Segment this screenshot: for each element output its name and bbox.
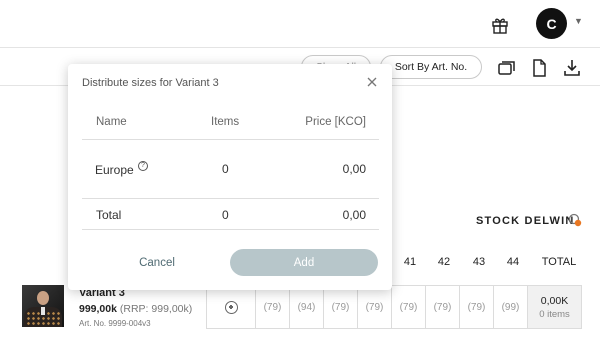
size-cell-43[interactable]: (79) [459, 286, 493, 328]
size-cell-44[interactable]: (99) [493, 286, 527, 328]
divider [82, 198, 379, 199]
add-size-button[interactable] [207, 286, 255, 328]
product-price-line: 999,00k (RRP: 999,00k) [79, 303, 192, 315]
total-price: 0,00 [342, 208, 366, 222]
product-rrp: (RRP: 999,00k) [119, 303, 193, 315]
divider [82, 139, 379, 140]
download-icon[interactable] [562, 58, 582, 78]
add-circle-icon [224, 300, 238, 314]
size-header-44: 44 [506, 256, 520, 268]
size-header-total: TOTAL [541, 256, 577, 268]
row-total-value: 0,00K [540, 294, 569, 307]
product-image [22, 285, 64, 327]
duplicate-icon[interactable] [497, 58, 517, 78]
size-cell[interactable]: (79) [357, 286, 391, 328]
avatar[interactable]: C [536, 8, 567, 39]
size-cell[interactable]: (79) [255, 286, 289, 328]
distribute-sizes-dialog: Distribute sizes for Variant 3 Name Item… [68, 64, 392, 290]
total-label: Total [96, 208, 122, 222]
help-icon[interactable]: ? [138, 161, 148, 171]
total-items: 0 [222, 208, 229, 222]
column-header-price: Price [KCO] [305, 116, 366, 128]
dialog-title: Distribute sizes for Variant 3 [82, 77, 219, 89]
size-cell[interactable]: (79) [323, 286, 357, 328]
size-header-41: 41 [403, 256, 417, 268]
top-bar: C ▼ [0, 0, 600, 48]
row-total-cell: 0,00K 0 items [527, 286, 581, 328]
row-total-items: 0 items [539, 308, 570, 320]
gift-icon[interactable] [490, 15, 510, 35]
document-icon[interactable] [529, 58, 549, 78]
close-icon[interactable] [364, 74, 380, 90]
product-price: 999,00k [79, 303, 117, 315]
chevron-down-icon[interactable]: ▼ [574, 16, 583, 26]
stock-status-icon [568, 213, 582, 227]
row-items: 0 [222, 162, 229, 176]
column-header-name: Name [96, 116, 127, 128]
cancel-button[interactable]: Cancel [112, 250, 202, 276]
size-header-43: 43 [472, 256, 486, 268]
column-header-items: Items [211, 116, 240, 128]
row-price: 0,00 [342, 162, 366, 176]
product-article-number: Art. No. 9999-004v3 [79, 319, 151, 328]
size-cell-41[interactable]: (79) [391, 286, 425, 328]
sort-button[interactable]: Sort By Art. No. [380, 55, 482, 79]
size-cell[interactable]: (94) [289, 286, 323, 328]
row-name: Europe [95, 163, 134, 177]
add-button[interactable]: Add [230, 249, 378, 276]
divider [82, 229, 379, 230]
stock-label: STOCK DELWIN [476, 215, 575, 227]
size-cell-42[interactable]: (79) [425, 286, 459, 328]
size-quantity-grid: (79) (94) (79) (79) (79) (79) (79) (99) … [206, 285, 582, 329]
size-header-42: 42 [437, 256, 451, 268]
